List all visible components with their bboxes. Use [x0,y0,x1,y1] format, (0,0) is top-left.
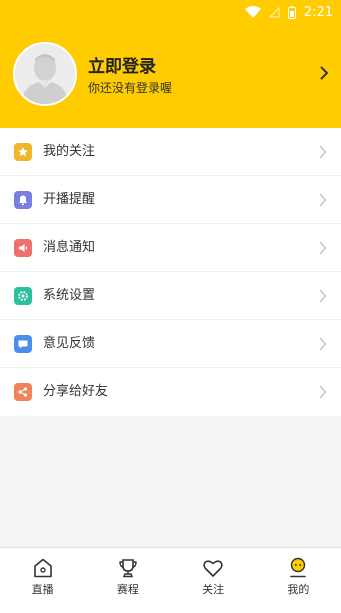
menu-item-label: 消息通知 [43,240,96,255]
menu-item-my-follows[interactable]: 我的关注 [0,128,341,176]
menu-item-share[interactable]: 分享给好友 [0,368,341,416]
bottom-tab-bar: 直播 赛程 关注 我的 [0,547,341,613]
share-icon [14,383,32,401]
chevron-right-icon [319,337,327,351]
tab-follow[interactable]: 关注 [171,548,256,613]
user-avatar-icon[interactable] [13,42,77,106]
tab-label: 直播 [31,583,54,596]
chevron-right-icon [319,241,327,255]
trophy-icon [119,559,137,578]
chevron-right-icon [319,193,327,207]
login-subtitle: 你还没有登录喔 [88,81,173,95]
chevron-right-icon [319,289,327,303]
menu-item-label: 意见反馈 [43,336,96,351]
signal-icon [268,6,280,18]
settings-menu: 我的关注 开播提醒 消息通知 系统设置 意见反馈 分享给好友 [0,128,341,416]
menu-item-label: 开播提醒 [43,192,96,207]
tab-label: 我的 [287,583,310,596]
menu-item-live-reminder[interactable]: 开播提醒 [0,176,341,224]
wifi-icon [244,6,261,18]
menu-item-label: 分享给好友 [43,384,109,399]
menu-item-label: 我的关注 [43,144,96,159]
menu-item-label: 系统设置 [43,288,96,303]
tab-live[interactable]: 直播 [0,548,85,613]
chat-bubble-icon [14,335,32,353]
menu-item-system-settings[interactable]: 系统设置 [0,272,341,320]
star-icon [14,143,32,161]
tab-label: 关注 [202,583,225,596]
status-bar: 2:21 [0,0,341,24]
chevron-right-icon[interactable] [320,66,329,80]
login-title[interactable]: 立即登录 [88,52,156,77]
status-time: 2:21 [303,4,333,20]
tab-label: 赛程 [116,583,139,596]
heart-icon [203,560,223,577]
chevron-right-icon [319,145,327,159]
home-icon [33,558,52,578]
profile-face-icon [290,557,307,578]
menu-item-notifications[interactable]: 消息通知 [0,224,341,272]
menu-item-feedback[interactable]: 意见反馈 [0,320,341,368]
tab-mine[interactable]: 我的 [256,548,341,613]
battery-icon [287,5,296,19]
speaker-icon [14,239,32,257]
bell-icon [14,191,32,209]
settings-icon [14,287,32,305]
login-header[interactable]: 立即登录 你还没有登录喔 [0,24,341,128]
tab-schedule[interactable]: 赛程 [85,548,170,613]
chevron-right-icon [319,385,327,399]
